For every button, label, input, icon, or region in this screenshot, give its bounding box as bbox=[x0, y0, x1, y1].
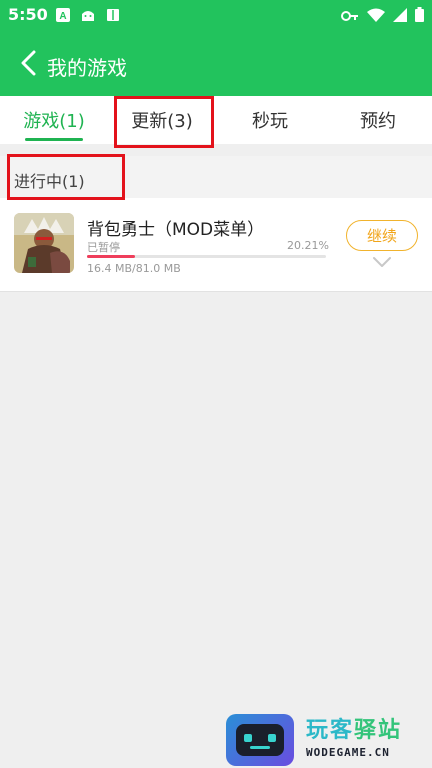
page-title: 我的游戏 bbox=[47, 56, 127, 80]
continue-button[interactable]: 继续 bbox=[346, 220, 418, 251]
download-percent: 20.21% bbox=[287, 239, 329, 252]
tab-label: 秒玩 bbox=[252, 111, 288, 132]
download-status: 已暂停 bbox=[87, 241, 120, 254]
status-left-icons: A bbox=[56, 7, 120, 26]
active-tab-indicator bbox=[25, 138, 83, 141]
app-bar: 我的游戏 bbox=[0, 30, 432, 96]
highlight-box-updates-tab bbox=[114, 96, 214, 148]
watermark-title-part1: 玩客 bbox=[306, 718, 355, 743]
back-button[interactable] bbox=[14, 48, 42, 78]
watermark: 玩客驿站 WODEGAME.CN bbox=[226, 710, 432, 768]
download-progress-fill bbox=[87, 255, 136, 258]
game-icon[interactable] bbox=[14, 213, 74, 273]
chevron-down-icon[interactable] bbox=[372, 256, 392, 268]
status-time: 5:50 bbox=[8, 5, 48, 24]
chevron-left-icon bbox=[21, 50, 36, 76]
signal-icon bbox=[393, 7, 407, 26]
svg-text:A: A bbox=[59, 11, 66, 22]
download-size: 16.4 MB/81.0 MB bbox=[87, 262, 181, 275]
status-right-icons bbox=[341, 7, 424, 26]
watermark-url: WODEGAME.CN bbox=[306, 746, 390, 759]
tab-bar: 游戏(1) 更新(3) 秒玩 预约 bbox=[0, 96, 432, 144]
a-icon: A bbox=[56, 7, 70, 26]
tab-label: 游戏(1) bbox=[23, 111, 85, 132]
watermark-logo bbox=[226, 714, 294, 766]
battery-icon bbox=[415, 7, 424, 26]
tab-instant-play[interactable]: 秒玩 bbox=[216, 96, 324, 144]
wifi-icon bbox=[367, 7, 385, 26]
robot-face-icon bbox=[236, 724, 284, 756]
book-icon bbox=[106, 7, 120, 26]
download-progress-bar bbox=[87, 255, 326, 258]
tab-reservations[interactable]: 预约 bbox=[324, 96, 432, 144]
status-bar: 5:50 A bbox=[0, 0, 432, 30]
watermark-title-part2: 驿站 bbox=[354, 718, 403, 743]
watermark-title: 玩客驿站 bbox=[306, 712, 402, 744]
list-item[interactable]: 背包勇士（MOD菜单） 已暂停 20.21% 16.4 MB/81.0 MB 继… bbox=[0, 198, 432, 292]
game-name: 背包勇士（MOD菜单） bbox=[87, 220, 265, 240]
android-icon bbox=[80, 7, 96, 26]
tab-label: 预约 bbox=[360, 111, 396, 132]
highlight-box-section-header bbox=[7, 154, 125, 200]
key-icon bbox=[341, 7, 359, 26]
tab-games[interactable]: 游戏(1) bbox=[0, 96, 108, 144]
